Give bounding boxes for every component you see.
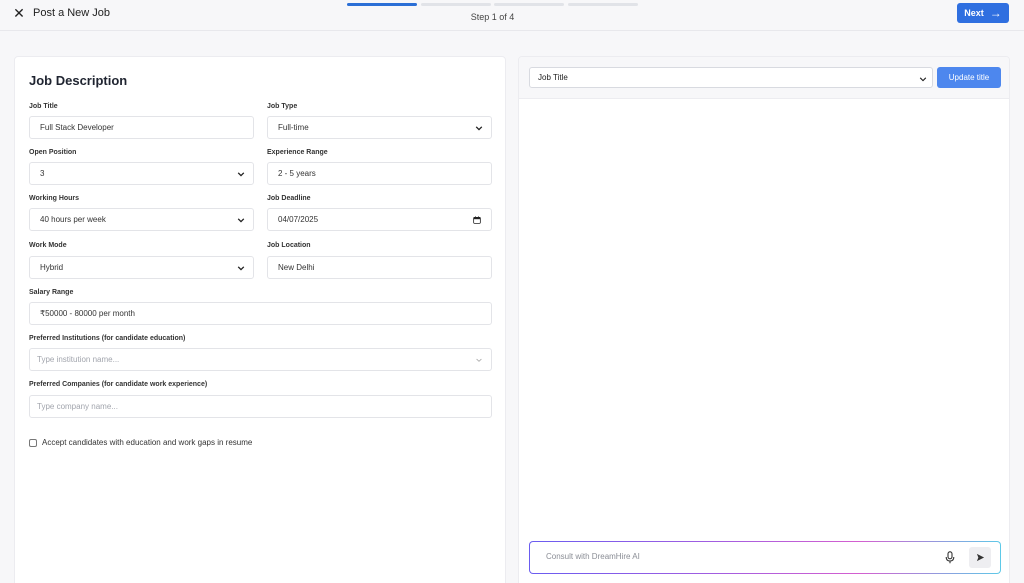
job-type-value: Full-time — [278, 123, 309, 132]
chevron-down-icon — [475, 356, 483, 364]
job-deadline-label: Job Deadline — [267, 195, 311, 202]
microphone-icon[interactable] — [945, 551, 955, 564]
arrow-right-icon: → — [989, 6, 1002, 20]
job-title-label: Job Title — [29, 103, 58, 110]
salary-range-value: ₹50000 - 80000 per month — [40, 309, 135, 318]
gap-checkbox-row[interactable]: Accept candidates with education and wor… — [29, 438, 252, 447]
open-position-value: 3 — [40, 169, 45, 178]
work-mode-select[interactable]: Hybrid — [29, 256, 254, 279]
job-location-label: Job Location — [267, 242, 311, 249]
job-type-label: Job Type — [267, 103, 298, 110]
gap-checkbox[interactable] — [29, 438, 37, 447]
preview-toolbar: Job Title Update title — [519, 57, 1009, 99]
experience-range-label: Experience Range — [267, 149, 328, 156]
step-label: Step 1 of 4 — [470, 12, 515, 22]
ai-chat-input[interactable]: Consult with DreamHire AI — [530, 542, 1000, 573]
chevron-down-icon — [237, 216, 245, 224]
open-position-label: Open Position — [29, 149, 77, 156]
gap-checkbox-label: Accept candidates with education and wor… — [42, 438, 253, 447]
preferred-companies-label: Preferred Companies (for candidate work … — [29, 381, 208, 388]
job-description-card: Job Description Job Title Full Stack Dev… — [14, 56, 506, 583]
job-type-select[interactable]: Full-time — [267, 116, 492, 139]
next-button-label: Next — [964, 8, 984, 18]
progress-step-3 — [494, 3, 564, 6]
preview-panel: Job Title Update title Consult with Drea… — [518, 56, 1010, 583]
next-button[interactable]: Next → — [957, 3, 1009, 23]
chevron-down-icon — [919, 75, 927, 82]
job-title-select-value: Job Title — [538, 73, 568, 82]
open-position-select[interactable]: 3 — [29, 162, 254, 185]
ai-chat-placeholder: Consult with DreamHire AI — [546, 552, 640, 561]
update-title-button[interactable]: Update title — [937, 67, 1001, 88]
salary-range-label: Salary Range — [29, 289, 74, 296]
job-location-input[interactable]: New Delhi — [267, 256, 492, 279]
chevron-down-icon — [475, 124, 483, 132]
salary-range-input[interactable]: ₹50000 - 80000 per month — [29, 302, 492, 325]
calendar-icon[interactable] — [473, 215, 481, 224]
job-location-value: New Delhi — [278, 263, 315, 272]
close-icon[interactable]: ✕ — [12, 6, 26, 20]
progress-step-4 — [568, 3, 638, 6]
update-title-label: Update title — [948, 73, 990, 82]
work-mode-label: Work Mode — [29, 242, 67, 249]
working-hours-select[interactable]: 40 hours per week — [29, 208, 254, 231]
job-title-select[interactable]: Job Title — [529, 67, 933, 88]
chevron-down-icon — [237, 264, 245, 272]
experience-range-input[interactable]: 2 - 5 years — [267, 162, 492, 185]
ai-chat-bar: Consult with DreamHire AI — [529, 541, 1001, 574]
job-deadline-value: 04/07/2025 — [278, 215, 319, 224]
work-mode-value: Hybrid — [40, 263, 64, 272]
preferred-companies-placeholder: Type company name... — [37, 402, 118, 411]
chevron-down-icon — [237, 170, 245, 178]
job-title-value: Full Stack Developer — [40, 123, 114, 132]
job-deadline-input[interactable]: 04/07/2025 — [267, 208, 492, 231]
working-hours-label: Working Hours — [29, 195, 80, 202]
experience-range-value: 2 - 5 years — [278, 169, 316, 178]
preferred-companies-input[interactable]: Type company name... — [29, 395, 492, 418]
progress-step-1 — [347, 3, 417, 6]
preferred-institutions-input[interactable]: Type institution name... — [29, 348, 492, 371]
top-bar: ✕ Post a New Job Step 1 of 4 Next → — [0, 0, 1024, 31]
section-title: Job Description — [29, 73, 128, 88]
page-title: Post a New Job — [33, 7, 111, 19]
preferred-institutions-placeholder: Type institution name... — [37, 355, 120, 364]
working-hours-value: 40 hours per week — [40, 215, 106, 224]
progress-step-2 — [421, 3, 491, 6]
job-title-input[interactable]: Full Stack Developer — [29, 116, 254, 139]
send-button[interactable] — [969, 547, 991, 568]
preferred-institutions-label: Preferred Institutions (for candidate ed… — [29, 335, 186, 342]
send-icon — [976, 553, 984, 562]
